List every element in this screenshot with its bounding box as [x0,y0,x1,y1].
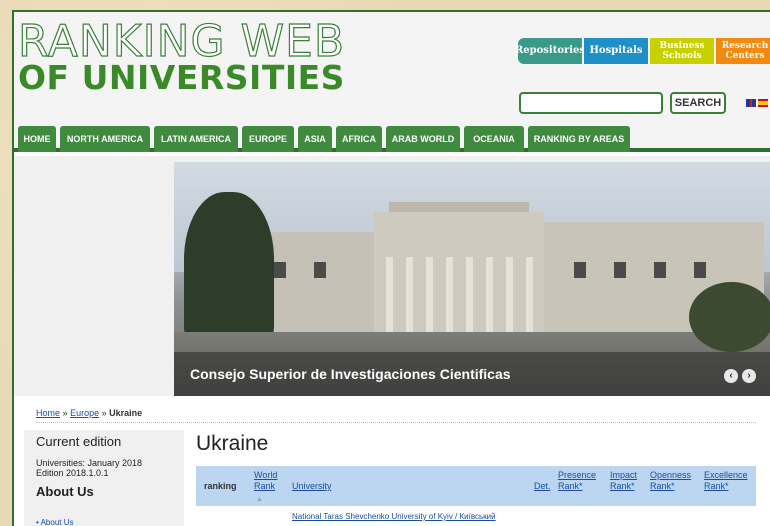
page: RANKING WEB OF UNIVERSITIES Repositories… [12,10,770,526]
english-flag-icon[interactable] [746,99,756,107]
col-university[interactable]: University [292,481,332,492]
banner-caption[interactable]: Consejo Superior de Investigaciones Cien… [190,366,511,382]
photo-window [654,262,666,278]
photo-tree-right [689,282,770,352]
slide-prev-button[interactable]: ‹ [724,369,738,383]
nav-ranking-by-areas[interactable]: RANKING BY AREAS [528,126,630,152]
table-row: National Taras Shevchenko University of … [196,508,756,526]
banner-caption-bar: Consejo Superior de Investigaciones Cien… [174,352,770,396]
col-impact-rank[interactable]: Impact Rank* [610,470,644,492]
logo-line2[interactable]: OF UNIVERSITIES [18,60,345,96]
photo-column [386,257,393,332]
breadcrumb: Home » Europe » Ukraine [36,408,142,418]
col-det[interactable]: Det. [534,481,551,492]
university-link[interactable]: National Taras Shevchenko University of … [292,512,496,521]
nav-europe[interactable]: EUROPE [242,126,294,152]
photo-column [506,257,513,332]
current-edition-title: Current edition [36,434,122,449]
photo-tree-left [184,192,274,342]
breadcrumb-separator: » [101,408,107,418]
banner: Consejo Superior de Investigaciones Cien… [14,156,770,396]
nav-home[interactable]: HOME [18,126,56,152]
photo-window [694,262,706,278]
about-us-link-label: About Us [40,518,74,526]
col-ranking: ranking [204,481,237,491]
photo-window [274,262,286,278]
banner-photo: Consejo Superior de Investigaciones Cien… [174,162,770,396]
nav-africa[interactable]: AFRICA [336,126,382,152]
page-title: Ukraine [196,432,269,455]
photo-column [406,257,413,332]
hospitals-button[interactable]: Hospitals [584,38,648,64]
breadcrumb-current: Ukraine [109,408,143,418]
photo-column [466,257,473,332]
photo-window [574,262,586,278]
business-schools-button[interactable]: Business Schools [650,38,714,64]
col-presence-rank[interactable]: Presence Rank* [558,470,602,492]
nav-latin-america[interactable]: LATIN AMERICA [154,126,238,152]
photo-window [314,262,326,278]
nav-oceania[interactable]: OCEANIA [464,126,524,152]
main-nav: HOME NORTH AMERICA LATIN AMERICA EUROPE … [14,122,770,152]
spanish-flag-icon[interactable] [758,99,768,107]
breadcrumb-europe[interactable]: Europe [70,408,99,418]
ranking-table-header: ranking World Rank ▲ University Det. Pre… [196,466,756,506]
about-us-link[interactable]: • About Us [36,518,74,526]
sidebar: Current edition Universities: January 20… [24,430,184,526]
about-us-title: About Us [36,484,94,499]
research-centers-button[interactable]: Research Centers [716,38,770,64]
photo-column [446,257,453,332]
header: RANKING WEB OF UNIVERSITIES Repositories… [14,12,770,122]
col-excellence-rank[interactable]: Excellence Rank* [704,470,754,492]
photo-column [486,257,493,332]
breadcrumb-divider [36,422,756,423]
search-button[interactable]: SEARCH [670,92,726,114]
photo-column [426,257,433,332]
sort-arrow-icon[interactable]: ▲ [256,496,263,503]
col-world-rank[interactable]: World Rank [254,470,284,492]
edition-line1: Universities: January 2018 [36,458,143,468]
repositories-button[interactable]: Repositories [515,38,585,64]
search-input[interactable] [519,92,663,114]
photo-window [614,262,626,278]
nav-asia[interactable]: ASIA [298,126,332,152]
nav-arab-world[interactable]: ARAB WORLD [386,126,460,152]
breadcrumb-separator: » [62,408,68,418]
slide-next-button[interactable]: › [742,369,756,383]
edition-line2: Edition 2018.1.0.1 [36,468,109,478]
col-openness-rank[interactable]: Openness Rank* [650,470,698,492]
breadcrumb-home[interactable]: Home [36,408,60,418]
nav-north-america[interactable]: NORTH AMERICA [60,126,150,152]
photo-column [526,257,533,332]
photo-building-center [374,212,544,332]
